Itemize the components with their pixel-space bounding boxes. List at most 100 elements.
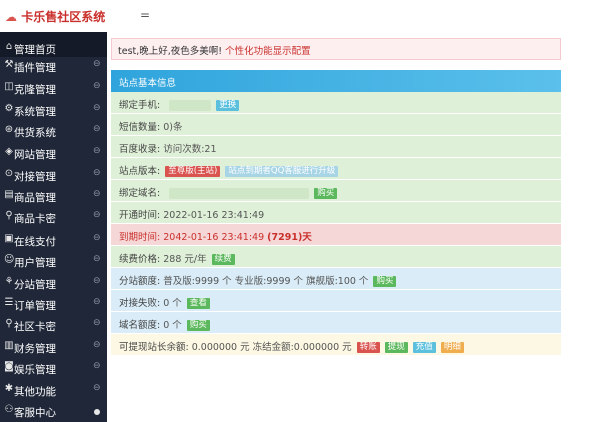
info-row-balance: 可提现站长余额: 0.000000 元 冻结金额:0.000000 元 转账 提… <box>111 334 561 356</box>
sidebar-item-icon: ◈ <box>5 146 13 157</box>
expand-icon: ⊖ <box>93 103 101 113</box>
sidebar-item-label: 客服中心 <box>14 407 56 419</box>
info-row-quota: 分站额度: 普及版:9999 个 专业版:9999 个 旗舰版:100 个 购买 <box>111 268 561 290</box>
phone-value-redacted <box>169 100 212 111</box>
sidebar-item-label: 供货系统 <box>14 127 56 139</box>
expand-icon: ⊖ <box>93 146 101 156</box>
info-row-version: 站点版本: 至尊版(主站) 站点到期者QQ客服进行升级 <box>111 158 561 180</box>
info-row-domain: 绑定域名: 购买 <box>111 180 561 202</box>
details-button[interactable]: 明细 <box>440 342 464 353</box>
version-note: 站点到期者QQ客服进行升级 <box>225 166 339 177</box>
menu-toggle-button[interactable]: = <box>140 8 150 22</box>
sidebar-item-icon: ☺ <box>4 254 15 265</box>
sidebar-item-17[interactable]: ✱ 其他功能 ⊖ <box>0 380 107 401</box>
sidebar-item-icon: ⊛ <box>4 124 14 135</box>
version-badge: 至尊版(主站) <box>165 166 221 177</box>
expand-icon: ⊖ <box>93 340 101 350</box>
buy-quota-button[interactable]: 购买 <box>373 276 397 287</box>
renew-label: 续费价格: <box>119 254 161 265</box>
sidebar-item-14[interactable]: ⚲ 社区卡密 ⊖ <box>0 315 107 336</box>
sidebar-item-label: 分站管理 <box>14 279 56 291</box>
sidebar-item-3[interactable]: ◫ 克隆管理 ⊖ <box>0 78 107 99</box>
info-row-sms: 短信数量: 0)条 <box>111 114 561 136</box>
sidebar-item-8[interactable]: ▤ 商品管理 ⊖ <box>0 186 107 207</box>
sidebar-item-label: 用户管理 <box>14 257 56 269</box>
sidebar-item-label: 订单管理 <box>14 300 56 312</box>
sidebar-item-icon: ⚒ <box>4 59 14 70</box>
sidebar-item-icon: ⚲ <box>5 318 13 329</box>
expand-icon: ⊖ <box>93 361 101 371</box>
expand-icon: ⊖ <box>93 254 101 264</box>
info-row-open-time: 开通时间: 2022-01-16 23:41:49 <box>111 202 561 224</box>
brand[interactable]: ☁ 卡乐售社区系统 <box>5 8 105 25</box>
recharge-button[interactable]: 充值 <box>412 342 436 353</box>
fail-label: 对接失败: <box>119 298 161 309</box>
sidebar-item-7[interactable]: ⊙ 对接管理 ⊖ <box>0 165 107 186</box>
transfer-button[interactable]: 转账 <box>356 342 380 353</box>
balance-value: 0.000000 元 冻结金额:0.000000 元 <box>191 342 352 353</box>
sidebar-item-label: 在线支付 <box>14 236 56 248</box>
renew-value: 288 元/年 <box>163 254 207 265</box>
sidebar-item-label: 对接管理 <box>14 171 56 183</box>
sidebar-item-4[interactable]: ⚙ 系统管理 ⊖ <box>0 100 107 121</box>
sidebar-item-label: 社区卡密 <box>14 321 56 333</box>
sidebar-item-6[interactable]: ◈ 网站管理 ⊖ <box>0 143 107 164</box>
sidebar-item-label: 商品管理 <box>14 192 56 204</box>
sidebar-item-10[interactable]: ▣ 在线支付 ⊖ <box>0 230 107 251</box>
sidebar-item-icon: ✱ <box>4 383 14 394</box>
sidebar-item-11[interactable]: ☺ 用户管理 ⊖ <box>0 251 107 272</box>
buy-domain-quota-button[interactable]: 购买 <box>186 320 210 331</box>
baidu-label: 百度收录: <box>119 144 161 155</box>
expand-icon: ⊖ <box>93 210 101 220</box>
renew-button[interactable]: 续费 <box>211 254 235 265</box>
expand-icon: ⊖ <box>93 124 101 134</box>
cloud-icon: ☁ <box>5 10 17 24</box>
domain-label: 绑定域名: <box>119 188 161 199</box>
expand-icon: ⊖ <box>93 168 101 178</box>
info-row-fail: 对接失败: 0 个 查看 <box>111 290 561 312</box>
expand-icon: ⊖ <box>93 59 101 69</box>
info-row-renew: 续费价格: 288 元/年 续费 <box>111 246 561 268</box>
domain-quota-label: 域名额度: <box>119 320 161 331</box>
sidebar-item-icon: ☰ <box>4 297 14 308</box>
info-row-domain-quota: 域名额度: 0 个 购买 <box>111 312 561 334</box>
version-label: 站点版本: <box>119 166 161 177</box>
sidebar-item-label: 商品卡密 <box>14 213 56 225</box>
quota-value: 普及版:9999 个 专业版:9999 个 旗舰版:100 个 <box>163 276 369 287</box>
sidebar-item-16[interactable]: ◙ 娱乐管理 ⊖ <box>0 358 107 379</box>
baidu-value: 访问次数:21 <box>163 144 217 155</box>
view-fail-button[interactable]: 查看 <box>186 298 210 309</box>
sidebar-item-18[interactable]: ⚇ 客服中心 <box>0 401 107 422</box>
sidebar-item-icon: ▣ <box>4 233 14 244</box>
sidebar-item-15[interactable]: ▥ 财务管理 ⊖ <box>0 337 107 358</box>
sidebar-item-2[interactable]: ⚒ 插件管理 ⊖ <box>0 56 107 77</box>
welcome-text: test,晚上好,夜色多美啊! <box>118 46 223 57</box>
expand-icon: ⊖ <box>93 233 101 243</box>
top-bar: ☁ 卡乐售社区系统 = <box>0 0 597 32</box>
sidebar-item-12[interactable]: ⚘ 分站管理 ⊖ <box>0 273 107 294</box>
online-dot-icon <box>94 409 100 415</box>
expand-icon: ⊖ <box>93 383 101 393</box>
withdraw-button[interactable]: 提现 <box>384 342 408 353</box>
sidebar-item-icon: ⌂ <box>5 41 13 52</box>
sidebar-item-icon: ▤ <box>4 189 14 200</box>
expand-icon: ⊖ <box>93 297 101 307</box>
sms-label: 短信数量: <box>119 122 161 133</box>
buy-domain-button[interactable]: 购买 <box>314 188 338 199</box>
sidebar-item-icon: ⚙ <box>4 103 14 114</box>
personalize-config-link[interactable]: 个性化功能显示配置 <box>225 46 311 57</box>
sidebar-item-5[interactable]: ⊛ 供货系统 ⊖ <box>0 121 107 142</box>
sidebar-item-icon: ◫ <box>4 81 14 92</box>
sidebar-item-label: 管理首页 <box>14 44 56 56</box>
expand-icon: ⊖ <box>93 318 101 328</box>
domain-quota-value: 0 个 <box>163 320 182 331</box>
open-time-value: 2022-01-16 23:41:49 <box>163 210 265 221</box>
change-phone-button[interactable]: 更换 <box>216 100 240 111</box>
sidebar-item-9[interactable]: ⚲ 商品卡密 ⊖ <box>0 207 107 228</box>
quota-label: 分站额度: <box>119 276 161 287</box>
expire-time-value: 2042-01-16 23:41:49 <box>163 232 265 243</box>
open-time-label: 开通时间: <box>119 210 161 221</box>
sidebar-item-13[interactable]: ☰ 订单管理 ⊖ <box>0 294 107 315</box>
sidebar-item-label: 娱乐管理 <box>14 364 56 376</box>
sidebar-item-icon: ⚇ <box>4 404 14 415</box>
